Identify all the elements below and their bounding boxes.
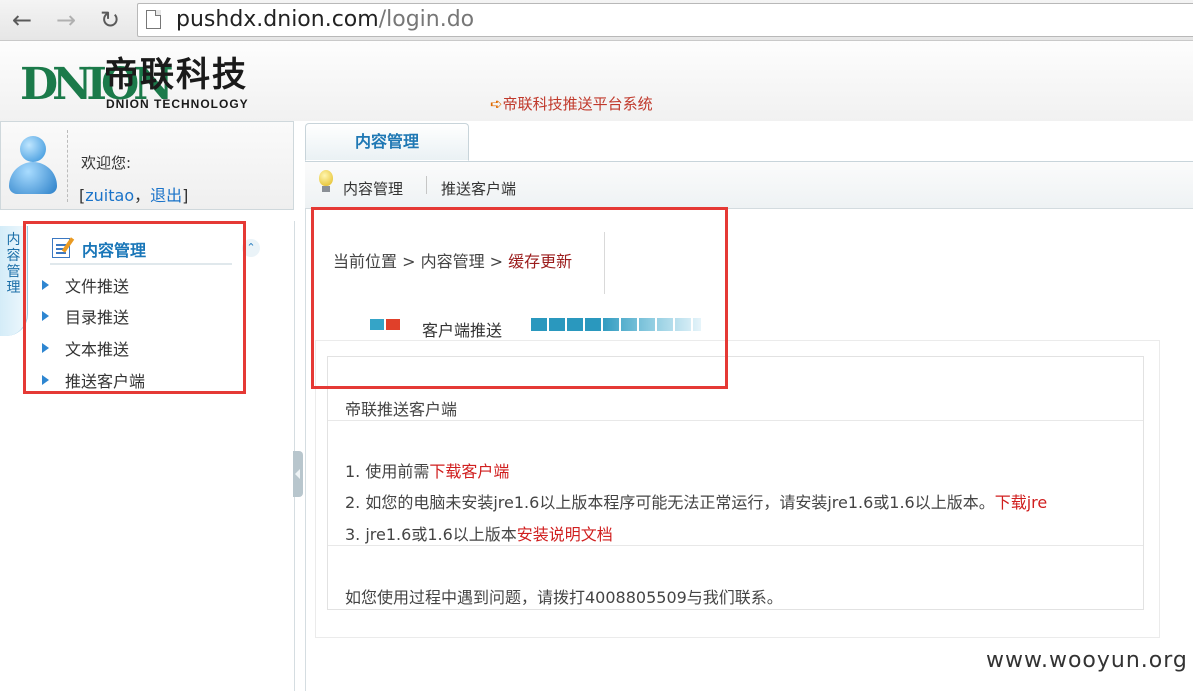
address-bar[interactable]: pushdx.dnion.com/login.do — [137, 3, 1193, 37]
user-panel: 欢迎您: [zuitao，退出] — [0, 121, 294, 210]
system-title-text: 帝联科技推送平台系统 — [502, 95, 653, 113]
download-jre-link[interactable]: 下载jre — [995, 493, 1048, 512]
subnav-push-client[interactable]: 推送客户端 — [441, 178, 516, 199]
system-title: ➪帝联科技推送平台系统 — [490, 93, 653, 114]
divider — [426, 176, 427, 194]
logo-icon: DNION — [20, 59, 174, 110]
user-avatar-icon — [9, 136, 57, 196]
instruction-text: 2. 如您的电脑未安装jre1.6以上版本程序可能无法正常运行，请安装jre1.… — [345, 493, 995, 512]
logo-english: DNION TECHNOLOGY — [106, 97, 249, 111]
divider — [328, 420, 1143, 421]
divider — [67, 130, 68, 202]
divider — [328, 545, 1143, 546]
url-host: pushdx.dnion.com — [176, 7, 379, 32]
download-client-link[interactable]: 下载客户端 — [429, 462, 509, 481]
instruction-text: 3. jre1.6或1.6以上版本 — [345, 525, 517, 544]
watermark: www.wooyun.org — [986, 648, 1188, 673]
sidebar-collapse-handle[interactable] — [293, 451, 303, 497]
sub-nav-bar: 内容管理 推送客户端 — [305, 162, 1193, 209]
tab-content-management[interactable]: 内容管理 — [305, 123, 469, 161]
info-panel — [327, 356, 1144, 610]
logout-link[interactable]: 退出 — [150, 186, 182, 205]
instruction-line-2: 2. 如您的电脑未安装jre1.6以上版本程序可能无法正常运行，请安装jre1.… — [345, 489, 1047, 513]
subnav-content-management[interactable]: 内容管理 — [343, 178, 403, 199]
bracket-close: ] — [182, 186, 189, 205]
arrow-icon: ➪ — [490, 95, 503, 113]
site-header: DNION 帝联科技 DNION TECHNOLOGY ➪帝联科技推送平台系统 — [0, 41, 1193, 121]
instruction-line-3: 3. jre1.6或1.6以上版本安装说明文档 — [345, 521, 613, 545]
forward-icon[interactable]: → — [52, 6, 80, 34]
contact-text: 如您使用过程中遇到问题，请拨打4008805509与我们联系。 — [345, 588, 783, 607]
install-doc-link[interactable]: 安装说明文档 — [517, 525, 613, 544]
highlight-box-location — [311, 207, 728, 389]
username-link[interactable]: zuitao — [85, 186, 134, 205]
page-icon — [146, 10, 161, 29]
logo-chinese: 帝联科技 — [104, 55, 248, 95]
user-links: [zuitao，退出] — [79, 182, 188, 206]
url-text[interactable]: pushdx.dnion.com/login.do — [176, 7, 474, 33]
reload-icon[interactable]: ↻ — [96, 6, 124, 34]
instruction-text: 1. 使用前需 — [345, 462, 430, 481]
lightbulb-icon — [319, 170, 333, 192]
tab-strip: 内容管理 — [305, 121, 1193, 162]
comma: ， — [134, 186, 151, 205]
instruction-line-1: 1. 使用前需下载客户端 — [345, 458, 509, 482]
info-title: 帝联推送客户端 — [345, 400, 458, 419]
back-icon[interactable]: ← — [8, 6, 36, 34]
highlight-box-menu — [23, 221, 246, 394]
browser-toolbar: ← → ↻ pushdx.dnion.com/login.do — [0, 0, 1193, 41]
welcome-label: 欢迎您: — [81, 154, 132, 172]
url-path: /login.do — [378, 7, 475, 32]
